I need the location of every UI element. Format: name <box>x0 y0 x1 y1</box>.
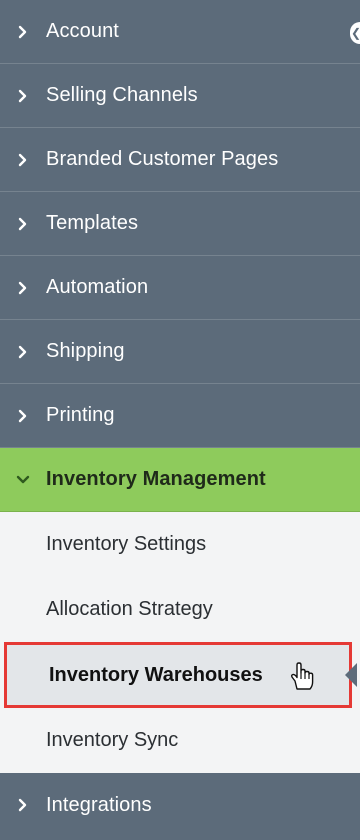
sidebar-item-integrations[interactable]: Integrations <box>0 773 360 837</box>
sidebar-item-label: Shipping <box>46 340 125 362</box>
submenu-item-label: Inventory Sync <box>46 729 179 751</box>
submenu-item-label: Allocation Strategy <box>46 598 213 620</box>
chevron-down-icon <box>0 473 46 487</box>
sidebar-item-selling-channels[interactable]: Selling Channels <box>0 64 360 128</box>
chevron-right-icon <box>0 345 46 359</box>
submenu-item-label: Inventory Settings <box>46 533 207 555</box>
settings-sidebar: ❮ Account Selling Channels Branded Custo… <box>0 0 360 840</box>
submenu-item-inventory-settings[interactable]: Inventory Settings <box>0 512 360 577</box>
sidebar-item-label: Integrations <box>46 793 152 816</box>
submenu-item-inventory-sync[interactable]: Inventory Sync <box>0 708 360 773</box>
hand-pointer-icon <box>289 661 315 697</box>
sidebar-item-label: Inventory Management <box>46 468 266 490</box>
sidebar-item-shipping[interactable]: Shipping <box>0 320 360 384</box>
chevron-right-icon <box>0 798 46 812</box>
submenu-item-allocation-strategy[interactable]: Allocation Strategy <box>0 577 360 642</box>
sidebar-item-inventory-management[interactable]: Inventory Management <box>0 448 360 512</box>
submenu-item-label: Inventory Warehouses <box>49 663 263 686</box>
chevron-right-icon <box>0 281 46 295</box>
chevron-right-icon <box>0 153 46 167</box>
sidebar-item-label: Branded Customer Pages <box>46 148 279 170</box>
chevron-right-icon <box>0 89 46 103</box>
sidebar-item-label: Account <box>46 20 119 42</box>
selection-pointer-arrow <box>345 663 357 687</box>
sidebar-item-printing[interactable]: Printing <box>0 384 360 448</box>
sidebar-item-automation[interactable]: Automation <box>0 256 360 320</box>
chevron-right-icon <box>0 217 46 231</box>
sidebar-item-label: Templates <box>46 212 139 234</box>
submenu-item-inventory-warehouses[interactable]: Inventory Warehouses <box>4 642 357 708</box>
chevron-right-icon <box>0 409 46 423</box>
sidebar-item-branded-customer-pages[interactable]: Branded Customer Pages <box>0 128 360 192</box>
chevron-right-icon <box>0 25 46 39</box>
sidebar-item-account[interactable]: Account <box>0 0 360 64</box>
sidebar-item-label: Printing <box>46 404 115 426</box>
inventory-submenu: Inventory Settings Allocation Strategy I… <box>0 512 360 773</box>
sidebar-item-templates[interactable]: Templates <box>0 192 360 256</box>
sidebar-item-label: Selling Channels <box>46 84 198 106</box>
sidebar-item-label: Automation <box>46 276 149 298</box>
